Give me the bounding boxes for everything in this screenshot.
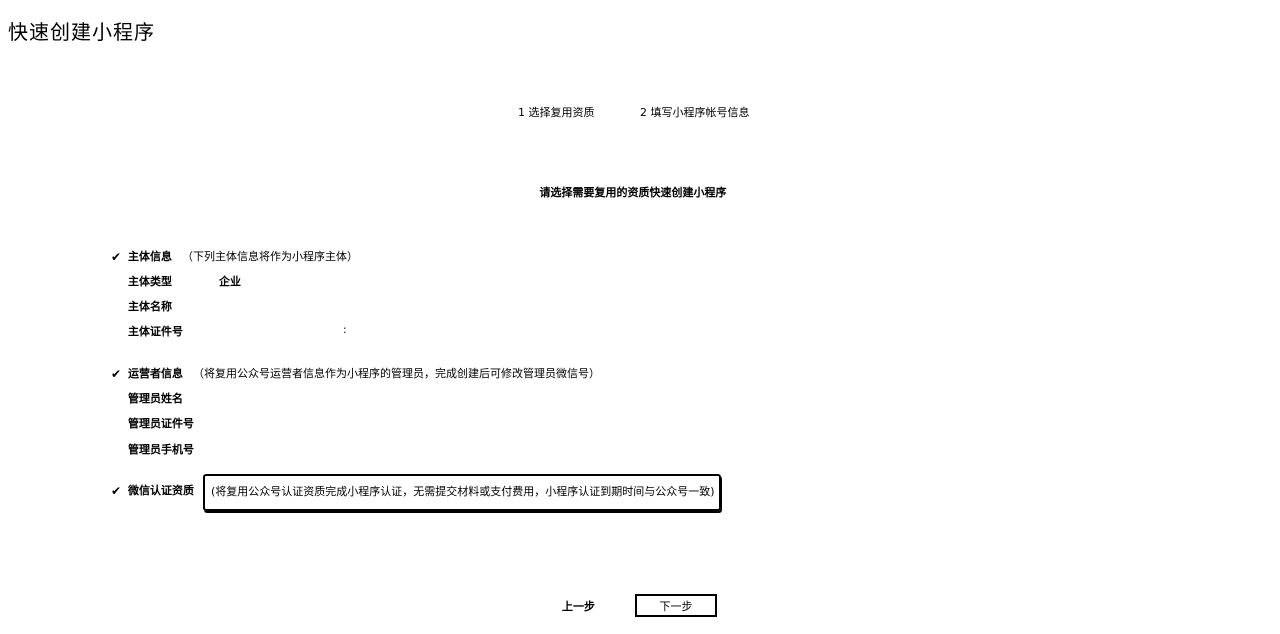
operator-title: 运营者信息 bbox=[128, 367, 183, 380]
subject-title: 主体信息 bbox=[128, 250, 172, 263]
operator-header: 运营者信息 （将复用公众号运营者信息作为小程序的管理员，完成创建后可修改管理员微信… bbox=[128, 366, 600, 382]
subject-id-value: : bbox=[343, 323, 347, 336]
step-2-label: 2 填写小程序帐号信息 bbox=[640, 106, 750, 119]
admin-name-label: 管理员姓名 bbox=[128, 392, 183, 405]
subject-id-label: 主体证件号 bbox=[128, 325, 183, 338]
step-1-label: 1 选择复用资质 bbox=[518, 106, 595, 119]
checkmark-icon: ✔ bbox=[111, 367, 122, 381]
subject-type-value: 企业 bbox=[219, 275, 241, 288]
wechat-cert-header: 微信认证资质 bbox=[128, 483, 194, 499]
admin-id-label: 管理员证件号 bbox=[128, 417, 194, 430]
instruction-text: 请选择需要复用的资质快速创建小程序 bbox=[539, 186, 727, 199]
prev-step-button[interactable]: 上一步 bbox=[562, 598, 595, 614]
admin-phone-label: 管理员手机号 bbox=[128, 443, 194, 456]
subject-note: （下列主体信息将作为小程序主体） bbox=[182, 250, 358, 263]
operator-note: （将复用公众号运营者信息作为小程序的管理员，完成创建后可修改管理员微信号） bbox=[193, 367, 600, 380]
checkmark-icon: ✔ bbox=[111, 250, 122, 264]
subject-name-label: 主体名称 bbox=[128, 300, 172, 313]
page-title: 快速创建小程序 bbox=[8, 20, 155, 45]
wechat-cert-note-box: (将复用公众号认证资质完成小程序认证，无需提交材料或支付费用，小程序认证到期时间… bbox=[203, 474, 721, 511]
subject-type-label: 主体类型 bbox=[128, 275, 172, 288]
subject-header: 主体信息 （下列主体信息将作为小程序主体） bbox=[128, 249, 358, 265]
wechat-cert-title: 微信认证资质 bbox=[128, 484, 194, 497]
next-step-button[interactable]: 下一步 bbox=[635, 594, 717, 617]
checkmark-icon: ✔ bbox=[111, 484, 122, 498]
